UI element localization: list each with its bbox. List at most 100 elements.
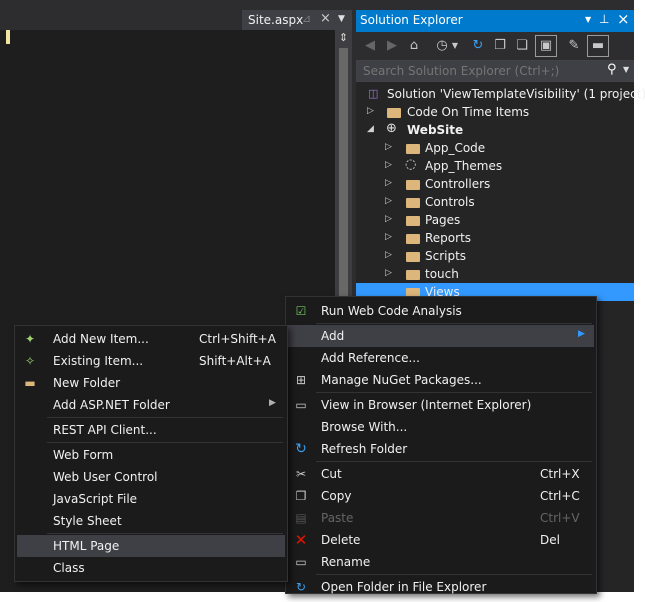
menu-item-web-user-control[interactable]: Web User Control — [17, 466, 285, 488]
back-icon[interactable]: ◀ — [360, 36, 380, 56]
menu-item-cut[interactable]: ✂ Cut Ctrl+X — [288, 463, 594, 485]
solution-search-box: ⚲ ▼ — [356, 60, 634, 82]
existing-item-icon: ✧ — [24, 354, 36, 368]
search-icon[interactable]: ⚲ — [607, 62, 617, 77]
menu-item-label: Style Sheet — [53, 514, 122, 528]
tree-node-reports[interactable]: ▷ Reports — [356, 229, 634, 247]
menu-item-label: Add ASP.NET Folder — [53, 398, 170, 412]
menu-item-shortcut: Ctrl+Shift+A — [199, 332, 276, 346]
pin-icon[interactable]: ⊥ — [599, 12, 609, 26]
menu-item-add-aspnet-folder[interactable]: Add ASP.NET Folder ▶ — [17, 394, 285, 416]
chevron-down-icon[interactable]: ▼ — [450, 36, 460, 56]
menu-item-label: Rename — [321, 555, 371, 569]
close-icon[interactable]: × — [617, 10, 630, 28]
menu-item-label: Browse With... — [321, 420, 408, 434]
menu-item-label: Delete — [321, 533, 361, 547]
menu-item-add[interactable]: Add ▶ — [288, 325, 594, 347]
expand-icon[interactable]: ▷ — [385, 178, 392, 188]
tree-node-solution[interactable]: ◫ Solution 'ViewTemplateVisibility' (1 p… — [356, 85, 645, 103]
refresh-icon[interactable]: ↻ — [468, 36, 488, 56]
submenu-arrow-icon: ▶ — [269, 398, 276, 408]
folder-icon — [406, 252, 420, 262]
menu-item-run-web-code-analysis[interactable]: ☑ Run Web Code Analysis — [288, 300, 594, 322]
preview-icon[interactable]: ▬ — [587, 35, 609, 57]
tree-node-app-themes[interactable]: ▷ ◌ App_Themes — [356, 157, 634, 175]
menu-item-refresh-folder[interactable]: ↻ Refresh Folder — [288, 438, 594, 460]
expand-icon[interactable]: ▷ — [385, 232, 392, 242]
menu-item-browse-with[interactable]: Browse With... — [288, 416, 594, 438]
expand-icon[interactable]: ▷ — [385, 268, 392, 278]
tree-node-website[interactable]: ◢ ⊕ WebSite — [356, 121, 634, 139]
solution-explorer-titlebar: Solution Explorer ▼ ⊥ × — [356, 10, 634, 32]
pin-icon[interactable]: ⊿ — [302, 12, 311, 25]
browser-icon: ▭ — [295, 398, 307, 412]
menu-item-label: New Folder — [53, 376, 121, 390]
menu-item-shortcut: Ctrl+C — [540, 489, 580, 503]
search-input[interactable] — [361, 62, 601, 80]
menu-item-existing-item[interactable]: ✧ Existing Item... Shift+Alt+A — [17, 350, 285, 372]
split-icon[interactable]: ⇕ — [336, 32, 351, 44]
tree-node-code-on-time-items[interactable]: ▷ Code On Time Items — [356, 103, 634, 121]
sync-icon[interactable]: ▣ — [535, 35, 557, 57]
menu-item-shortcut: Shift+Alt+A — [199, 354, 271, 368]
scrollbar-thumb[interactable] — [339, 48, 348, 318]
search-options-icon[interactable]: ▼ — [623, 65, 629, 74]
collapse-icon[interactable]: ◢ — [367, 124, 374, 134]
editor-tab-bar: Site.aspx ⊿ × — [0, 10, 352, 30]
tab-title: Site.aspx — [248, 13, 304, 27]
tree-node-label: Scripts — [425, 249, 467, 263]
home-icon[interactable]: ⌂ — [404, 36, 424, 56]
menu-item-rename[interactable]: ▭ Rename — [288, 551, 594, 573]
menu-item-open-folder[interactable]: ↻ Open Folder in File Explorer — [288, 576, 594, 598]
expand-icon[interactable]: ▷ — [385, 250, 392, 260]
tree-node-app-code[interactable]: ▷ App_Code — [356, 139, 634, 157]
close-icon[interactable]: × — [320, 11, 331, 26]
menu-item-new-folder[interactable]: ▬ New Folder — [17, 372, 285, 394]
tree-node-controllers[interactable]: ▷ Controllers — [356, 175, 634, 193]
tab-overflow-icon[interactable]: ▼ — [338, 14, 345, 24]
open-folder-icon: ↻ — [295, 580, 307, 594]
solution-icon: ◫ — [368, 87, 379, 100]
menu-item-javascript-file[interactable]: JavaScript File — [17, 488, 285, 510]
menu-item-class[interactable]: Class — [17, 557, 285, 579]
menu-item-style-sheet[interactable]: Style Sheet — [17, 510, 285, 532]
menu-item-label: Class — [53, 561, 85, 575]
collapse-all-icon[interactable]: ❐ — [490, 36, 510, 56]
menu-item-shortcut: Del — [540, 533, 560, 547]
folder-icon — [406, 198, 420, 208]
tree-node-controls[interactable]: ▷ Controls — [356, 193, 634, 211]
menu-item-web-form[interactable]: Web Form — [17, 444, 285, 466]
context-menu: ☑ Run Web Code Analysis Add ▶ Add Refere… — [285, 296, 597, 594]
tree-node-touch[interactable]: ▷ touch — [356, 265, 634, 283]
menu-item-label: Add New Item... — [53, 332, 149, 346]
expand-icon[interactable]: ▷ — [367, 106, 374, 116]
expand-icon[interactable]: ▷ — [385, 214, 392, 224]
pending-changes-icon[interactable]: ◷ — [432, 36, 452, 56]
menu-item-copy[interactable]: ❐ Copy Ctrl+C — [288, 485, 594, 507]
menu-item-add-reference[interactable]: Add Reference... — [288, 347, 594, 369]
menu-item-html-page[interactable]: HTML Page — [17, 535, 285, 557]
forward-icon[interactable]: ▶ — [382, 36, 402, 56]
tab-site-aspx[interactable]: Site.aspx ⊿ × — [242, 10, 352, 30]
menu-separator — [47, 533, 283, 534]
menu-item-label: Manage NuGet Packages... — [321, 373, 482, 387]
menu-item-paste: ▤ Paste Ctrl+V — [288, 507, 594, 529]
show-all-files-icon[interactable]: ❏ — [512, 36, 532, 56]
menu-item-rest-api-client[interactable]: REST API Client... — [17, 419, 285, 441]
tree-node-scripts[interactable]: ▷ Scripts — [356, 247, 634, 265]
tree-node-pages[interactable]: ▷ Pages — [356, 211, 634, 229]
expand-icon[interactable]: ▷ — [385, 142, 392, 152]
add-submenu: ✦ Add New Item... Ctrl+Shift+A ✧ Existin… — [14, 325, 288, 582]
dropdown-icon[interactable]: ▼ — [585, 15, 591, 24]
expand-icon[interactable]: ▷ — [385, 196, 392, 206]
menu-item-view-in-browser[interactable]: ▭ View in Browser (Internet Explorer) — [288, 394, 594, 416]
properties-icon[interactable]: ✎ — [564, 36, 584, 56]
folder-icon — [406, 180, 420, 190]
copy-icon: ❐ — [295, 489, 307, 503]
menu-item-delete[interactable]: ✕ Delete Del — [288, 529, 594, 551]
menu-item-add-new-item[interactable]: ✦ Add New Item... Ctrl+Shift+A — [17, 328, 285, 350]
menu-item-manage-nuget[interactable]: ⊞ Manage NuGet Packages... — [288, 369, 594, 391]
menu-separator — [316, 461, 592, 462]
folder-icon — [387, 108, 401, 118]
expand-icon[interactable]: ▷ — [385, 160, 392, 170]
